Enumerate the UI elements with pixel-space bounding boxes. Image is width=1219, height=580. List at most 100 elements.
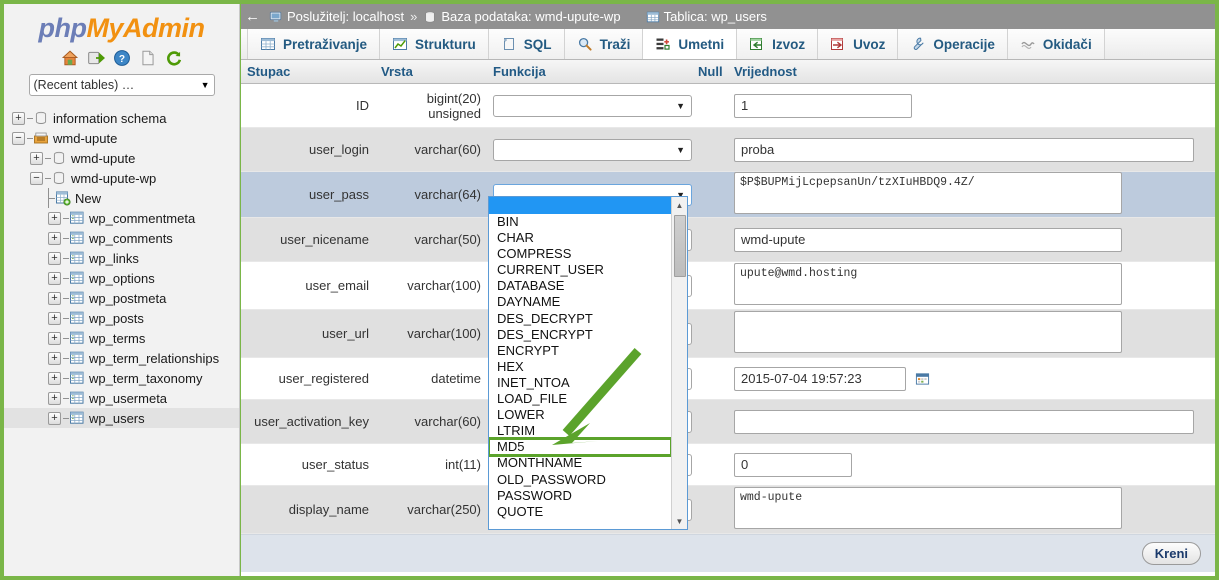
tab-uvoz[interactable]: Uvoz bbox=[818, 29, 899, 59]
tab-operacije[interactable]: Operacije bbox=[898, 29, 1008, 59]
tree-item-wp-posts[interactable]: + wp_posts bbox=[4, 308, 239, 328]
value-input[interactable] bbox=[734, 93, 912, 118]
function-select[interactable]: ▼ bbox=[493, 94, 692, 117]
null-cell[interactable] bbox=[692, 399, 728, 444]
calendar-icon[interactable] bbox=[915, 371, 930, 386]
value-input[interactable] bbox=[734, 137, 1194, 162]
dropdown-scrollbar[interactable]: ▲ ▼ bbox=[671, 197, 687, 529]
function-option-inet_ntoa[interactable]: INET_NTOA bbox=[489, 375, 671, 391]
breadcrumb-database[interactable]: Baza podataka: wmd-upute-wp bbox=[423, 9, 621, 24]
collapse-icon[interactable]: − bbox=[12, 131, 25, 145]
tree-item-wp-commentmeta[interactable]: + wp_commentmeta bbox=[4, 208, 239, 228]
null-cell[interactable] bbox=[692, 309, 728, 358]
tree-item-wp-users[interactable]: + wp_users bbox=[4, 408, 239, 428]
docs-icon[interactable] bbox=[139, 49, 157, 67]
expand-icon[interactable]: + bbox=[48, 251, 61, 265]
tree-item-wp-comments[interactable]: + wp_comments bbox=[4, 228, 239, 248]
tree-item-wp-term-taxonomy[interactable]: + wp_term_taxonomy bbox=[4, 368, 239, 388]
breadcrumb-table[interactable]: Tablica: wp_users bbox=[646, 9, 767, 24]
function-option-current_user[interactable]: CURRENT_USER bbox=[489, 262, 671, 278]
function-option-hex[interactable]: HEX bbox=[489, 359, 671, 375]
expand-icon[interactable]: + bbox=[48, 211, 61, 225]
value-textarea[interactable] bbox=[734, 263, 1122, 305]
reload-icon[interactable] bbox=[165, 49, 183, 67]
value-input[interactable] bbox=[734, 409, 1194, 434]
expand-icon[interactable]: + bbox=[48, 411, 61, 425]
header-vrijednost[interactable]: Vrijednost bbox=[728, 60, 1215, 84]
function-option-md5[interactable]: MD5 bbox=[489, 437, 671, 458]
null-cell[interactable] bbox=[692, 443, 728, 486]
tree-item-wp-options[interactable]: + wp_options bbox=[4, 268, 239, 288]
value-input[interactable] bbox=[734, 366, 906, 391]
function-option-bin[interactable]: BIN bbox=[489, 214, 671, 230]
value-textarea[interactable] bbox=[734, 311, 1122, 353]
tree-item-information-schema[interactable]: + information schema bbox=[4, 108, 239, 128]
function-option-load_file[interactable]: LOAD_FILE bbox=[489, 391, 671, 407]
scrollbar-thumb[interactable] bbox=[674, 215, 686, 277]
tab-tra-i[interactable]: Traži bbox=[564, 29, 644, 59]
function-option-encrypt[interactable]: ENCRYPT bbox=[489, 343, 671, 359]
recent-tables-select[interactable]: (Recent tables) … ▼ bbox=[28, 74, 215, 96]
scroll-down-arrow-icon[interactable]: ▼ bbox=[672, 513, 687, 529]
tree-item-wmd-upute-wp[interactable]: − wmd-upute-wp bbox=[4, 168, 239, 188]
expand-icon[interactable]: + bbox=[30, 151, 43, 165]
tree-item-wp-term-relationships[interactable]: + wp_term_relationships bbox=[4, 348, 239, 368]
go-button[interactable]: Kreni bbox=[1141, 542, 1201, 565]
null-cell[interactable] bbox=[692, 127, 728, 172]
header-stupac[interactable]: Stupac bbox=[241, 60, 375, 84]
function-option-database[interactable]: DATABASE bbox=[489, 278, 671, 294]
function-option-lower[interactable]: LOWER bbox=[489, 407, 671, 423]
function-option-blank[interactable] bbox=[489, 197, 671, 214]
back-arrow-icon[interactable]: ← bbox=[245, 9, 260, 24]
value-textarea[interactable] bbox=[734, 487, 1122, 529]
value-input[interactable] bbox=[734, 452, 852, 477]
tab-okida-i[interactable]: Okidači bbox=[1007, 29, 1105, 59]
function-option-compress[interactable]: COMPRESS bbox=[489, 246, 671, 262]
tree-item-new[interactable]: New bbox=[4, 188, 239, 208]
function-option-des_encrypt[interactable]: DES_ENCRYPT bbox=[489, 327, 671, 343]
function-option-monthname[interactable]: MONTHNAME bbox=[489, 455, 671, 471]
null-cell[interactable] bbox=[692, 261, 728, 310]
value-textarea[interactable] bbox=[734, 172, 1122, 214]
tree-item-wp-postmeta[interactable]: + wp_postmeta bbox=[4, 288, 239, 308]
expand-icon[interactable]: + bbox=[48, 311, 61, 325]
tree-item-wmd-upute[interactable]: − wmd-upute bbox=[4, 128, 239, 148]
collapse-icon[interactable]: − bbox=[30, 171, 43, 185]
null-cell[interactable] bbox=[692, 217, 728, 262]
function-option-old_password[interactable]: OLD_PASSWORD bbox=[489, 472, 671, 488]
help-icon[interactable]: ? bbox=[113, 49, 131, 67]
null-cell[interactable] bbox=[692, 171, 728, 218]
expand-icon[interactable]: + bbox=[48, 231, 61, 245]
header-vrsta[interactable]: Vrsta bbox=[375, 60, 487, 84]
expand-icon[interactable]: + bbox=[48, 391, 61, 405]
function-dropdown-list[interactable]: BIN CHAR COMPRESS CURRENT_USER DATABASE DAYNA… bbox=[488, 196, 688, 530]
null-cell[interactable] bbox=[692, 83, 728, 128]
tab-pretra-ivanje[interactable]: Pretraživanje bbox=[247, 29, 381, 59]
expand-icon[interactable]: + bbox=[48, 371, 61, 385]
value-input[interactable] bbox=[734, 227, 1122, 252]
logout-icon[interactable] bbox=[87, 49, 105, 67]
expand-icon[interactable]: + bbox=[12, 111, 25, 125]
expand-icon[interactable]: + bbox=[48, 331, 61, 345]
tab-strukturu[interactable]: Strukturu bbox=[380, 29, 489, 59]
tree-item-wp-terms[interactable]: + wp_terms bbox=[4, 328, 239, 348]
header-funkcija[interactable]: Funkcija bbox=[487, 60, 692, 84]
function-option-dayname[interactable]: DAYNAME bbox=[489, 294, 671, 310]
home-icon[interactable] bbox=[61, 49, 79, 67]
function-option-quote[interactable]: QUOTE bbox=[489, 504, 671, 520]
function-option-char[interactable]: CHAR bbox=[489, 230, 671, 246]
breadcrumb-server[interactable]: Poslužitelj: localhost bbox=[269, 9, 404, 24]
function-option-ltrim[interactable]: LTRIM bbox=[489, 423, 671, 439]
tree-item-wmd-upute[interactable]: + wmd-upute bbox=[4, 148, 239, 168]
scroll-up-arrow-icon[interactable]: ▲ bbox=[672, 197, 687, 213]
tab-umetni[interactable]: Umetni bbox=[643, 29, 738, 59]
phpmyadmin-logo[interactable]: phpMyAdmin bbox=[4, 4, 239, 46]
expand-icon[interactable]: + bbox=[48, 291, 61, 305]
function-option-password[interactable]: PASSWORD bbox=[489, 488, 671, 504]
null-cell[interactable] bbox=[692, 485, 728, 534]
expand-icon[interactable]: + bbox=[48, 271, 61, 285]
expand-icon[interactable]: + bbox=[48, 351, 61, 365]
header-null[interactable]: Null bbox=[692, 60, 728, 84]
tree-item-wp-links[interactable]: + wp_links bbox=[4, 248, 239, 268]
function-select[interactable]: ▼ bbox=[493, 138, 692, 161]
